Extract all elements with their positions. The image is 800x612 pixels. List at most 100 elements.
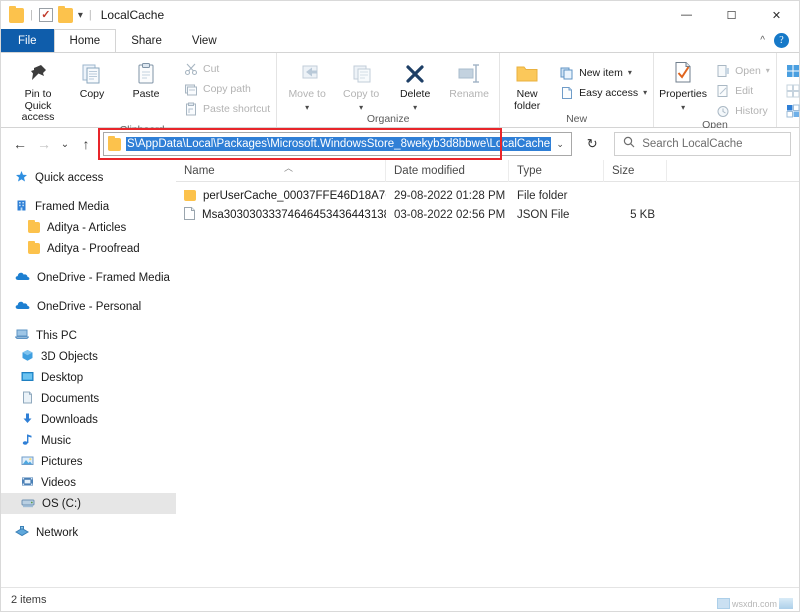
history-label: History: [735, 105, 768, 117]
sidebar-item-label: OneDrive - Framed Media: [37, 272, 170, 284]
column-header-date-modified[interactable]: Date modified: [386, 160, 509, 182]
forward-button[interactable]: →: [33, 133, 55, 155]
sidebar-item-onedrive-framed-media[interactable]: OneDrive - Framed Media: [1, 267, 176, 288]
help-button[interactable]: ?: [774, 33, 789, 48]
address-dropdown-icon[interactable]: ⌄: [551, 139, 569, 150]
new-folder-button[interactable]: New folder: [503, 58, 551, 112]
tab-view[interactable]: View: [177, 29, 232, 52]
address-path-text[interactable]: S\AppData\Local\Packages\Microsoft.Windo…: [126, 137, 551, 151]
file-name-cell: Msa30303033374646453436443138 4137...: [176, 207, 386, 223]
refresh-button[interactable]: ↻: [580, 132, 604, 156]
pin-icon: [27, 60, 49, 86]
open-button[interactable]: Open ▾: [713, 62, 773, 79]
table-row[interactable]: perUserCache_00037FFE46D18A76 29-08-2022…: [176, 186, 799, 205]
history-button[interactable]: History: [713, 102, 773, 119]
sidebar-item-label: Aditya - Proofread: [47, 243, 140, 255]
chevron-down-icon[interactable]: ▾: [681, 102, 685, 114]
address-bar: ← → ⌄ ↑ S\AppData\Local\Packages\Microso…: [1, 128, 799, 160]
sidebar-item-desktop[interactable]: Desktop: [1, 367, 176, 388]
column-header-type[interactable]: Type: [509, 160, 604, 182]
invert-selection-button[interactable]: Invert selection: [783, 102, 800, 119]
paste-button[interactable]: Paste: [119, 58, 173, 101]
content-pane: Name ︿ Date modified Type Size perUserCa…: [176, 160, 799, 587]
sidebar-item-3d-objects[interactable]: 3D Objects: [1, 346, 176, 367]
sidebar-item-pictures[interactable]: Pictures: [1, 451, 176, 472]
copy-button[interactable]: Copy: [65, 58, 119, 101]
sidebar-item-framed-media[interactable]: Framed Media: [1, 196, 176, 217]
chevron-down-icon[interactable]: ▾: [643, 88, 647, 97]
cut-label: Cut: [203, 63, 219, 75]
move-to-icon: [294, 60, 320, 86]
folder-icon: [108, 138, 121, 151]
new-item-label: New item: [579, 67, 623, 79]
sidebar-item-onedrive-personal[interactable]: OneDrive - Personal: [1, 296, 176, 317]
chevron-down-icon[interactable]: ▾: [359, 102, 363, 114]
column-header-size[interactable]: Size: [604, 160, 667, 182]
sidebar-item-downloads[interactable]: Downloads: [1, 409, 176, 430]
close-button[interactable]: ✕: [754, 1, 799, 29]
easy-access-label: Easy access: [579, 87, 638, 99]
new-item-button[interactable]: New item ▾: [557, 64, 650, 81]
edit-button[interactable]: Edit: [713, 82, 773, 99]
chevron-down-icon[interactable]: ▾: [628, 68, 632, 77]
sidebar-item-documents[interactable]: Documents: [1, 388, 176, 409]
properties-icon: [671, 60, 695, 86]
column-label: Name: [184, 165, 215, 177]
sidebar-item-aditya-proofread[interactable]: Aditya - Proofread: [1, 238, 176, 259]
sidebar-item-label: OS (C:): [42, 498, 81, 510]
recent-locations-button[interactable]: ⌄: [57, 133, 73, 155]
column-header-name[interactable]: Name ︿: [176, 160, 386, 182]
select-all-button[interactable]: Select all: [783, 62, 800, 79]
tab-share[interactable]: Share: [116, 29, 177, 52]
qat-divider-2: |: [89, 9, 92, 21]
chevron-down-icon[interactable]: ▾: [78, 10, 83, 21]
folder-icon[interactable]: [9, 8, 24, 23]
sidebar-item-label: Documents: [41, 393, 99, 405]
move-to-button[interactable]: Move to ▾: [280, 58, 334, 113]
window-controls: — ☐ ✕: [664, 1, 799, 29]
easy-access-button[interactable]: Easy access ▾: [557, 84, 650, 101]
maximize-button[interactable]: ☐: [709, 1, 754, 29]
sidebar-item-music[interactable]: Music: [1, 430, 176, 451]
chevron-down-icon[interactable]: ▾: [305, 102, 309, 114]
select-none-button[interactable]: Select none: [783, 82, 800, 99]
sidebar-item-network[interactable]: Network: [1, 522, 176, 543]
collapse-ribbon-icon[interactable]: ^: [760, 35, 765, 46]
delete-button[interactable]: Delete ▾: [388, 58, 442, 113]
sidebar-item-this-pc[interactable]: This PC: [1, 325, 176, 346]
title-bar: | ✓ ▾ | LocalCache — ☐ ✕: [1, 1, 799, 29]
sidebar-item-aditya-articles[interactable]: Aditya - Articles: [1, 217, 176, 238]
rename-button[interactable]: Rename: [442, 58, 496, 101]
back-button[interactable]: ←: [9, 133, 31, 155]
tab-file[interactable]: File: [1, 29, 54, 52]
ribbon: Pin to Quick access Copy: [1, 52, 799, 128]
sidebar-item-videos[interactable]: Videos: [1, 472, 176, 493]
new-folder-label: New folder: [503, 89, 551, 112]
new-folder-icon[interactable]: [58, 8, 73, 23]
copy-path-button[interactable]: Copy path: [181, 80, 273, 97]
folder-icon: [28, 243, 40, 254]
paste-shortcut-button[interactable]: Paste shortcut: [181, 100, 273, 117]
sidebar-item-os-c[interactable]: OS (C:): [1, 493, 176, 514]
minimize-button[interactable]: —: [664, 1, 709, 29]
search-box[interactable]: Search LocalCache: [614, 132, 791, 156]
copy-icon: [80, 60, 104, 86]
sidebar-item-label: Music: [41, 435, 71, 447]
paste-label: Paste: [133, 89, 160, 101]
watermark-icon-2: [779, 598, 793, 609]
watermark-icon: [717, 598, 730, 609]
chevron-down-icon[interactable]: ▾: [413, 102, 417, 114]
desktop-icon: [21, 370, 34, 386]
cut-button[interactable]: Cut: [181, 60, 273, 77]
properties-button[interactable]: Properties ▾: [657, 58, 709, 113]
chevron-down-icon[interactable]: ▾: [766, 66, 770, 75]
properties-check-icon[interactable]: ✓: [39, 8, 53, 22]
pin-to-quick-access-button[interactable]: Pin to Quick access: [11, 58, 65, 124]
watermark-text: wsxdn.com: [732, 599, 777, 609]
up-button[interactable]: ↑: [75, 133, 97, 155]
copy-to-button[interactable]: Copy to ▾: [334, 58, 388, 113]
address-input[interactable]: S\AppData\Local\Packages\Microsoft.Windo…: [103, 132, 572, 156]
tab-home[interactable]: Home: [54, 29, 117, 52]
table-row[interactable]: Msa30303033374646453436443138 4137... 03…: [176, 205, 799, 224]
sidebar-item-quick-access[interactable]: Quick access: [1, 167, 176, 188]
